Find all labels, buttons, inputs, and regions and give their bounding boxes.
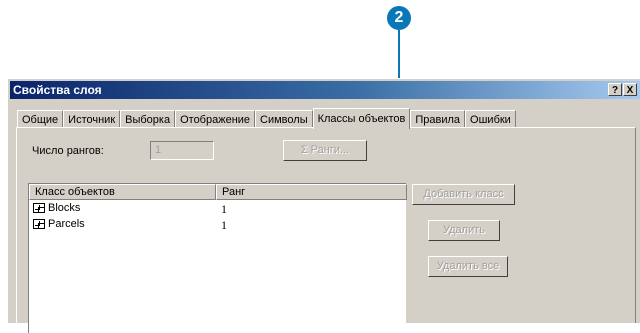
tab-rules[interactable]: Правила — [410, 110, 466, 128]
remove-button[interactable]: Удалить — [428, 220, 500, 241]
tab-source[interactable]: Источник — [63, 110, 121, 128]
add-class-button[interactable]: Добавить класс — [412, 184, 515, 205]
list-item-name: Parcels — [48, 218, 85, 230]
window-title: Свойства слоя — [13, 83, 102, 97]
title-bar[interactable]: Свойства слоя ? X — [10, 81, 640, 99]
layer-properties-dialog: Свойства слоя ? X Общие Источник Выборка… — [7, 78, 640, 333]
tab-display[interactable]: Отображение — [175, 110, 256, 128]
help-button[interactable]: ? — [608, 83, 622, 96]
feature-class-icon — [33, 203, 45, 213]
feature-class-icon — [33, 219, 45, 229]
rank-count-label: Число рангов: — [32, 145, 104, 157]
feature-classes-panel: Число рангов: 1 Σ Ранги... Класс объекто… — [16, 127, 636, 333]
remove-all-button[interactable]: Удалить все — [428, 256, 508, 277]
list-item-rank: 1 — [221, 202, 227, 216]
tab-selection[interactable]: Выборка — [120, 110, 176, 128]
callout-badge: 2 — [387, 6, 411, 30]
tab-strip: Общие Источник Выборка Отображение Симво… — [17, 106, 516, 129]
tab-general[interactable]: Общие — [17, 110, 64, 128]
column-header-feature-class[interactable]: Класс объектов — [29, 184, 216, 200]
list-item[interactable]: Parcels 1 — [29, 217, 406, 233]
list-item-rank: 1 — [221, 218, 227, 232]
rank-count-field[interactable]: 1 — [150, 141, 214, 160]
tab-symbols[interactable]: Символы — [255, 110, 313, 128]
list-item-name: Blocks — [48, 202, 81, 214]
list-item[interactable]: Blocks 1 — [29, 201, 406, 217]
ranks-button[interactable]: Σ Ранги... — [283, 140, 367, 161]
list-header: Класс объектов Ранг — [29, 184, 407, 200]
tab-feature-classes[interactable]: Классы объектов — [312, 108, 411, 129]
feature-class-list[interactable]: Класс объектов Ранг Blocks 1 Parcels 1 — [28, 183, 407, 333]
close-button[interactable]: X — [623, 83, 637, 96]
tab-errors[interactable]: Ошибки — [465, 110, 516, 128]
column-header-rank[interactable]: Ранг — [216, 184, 407, 200]
